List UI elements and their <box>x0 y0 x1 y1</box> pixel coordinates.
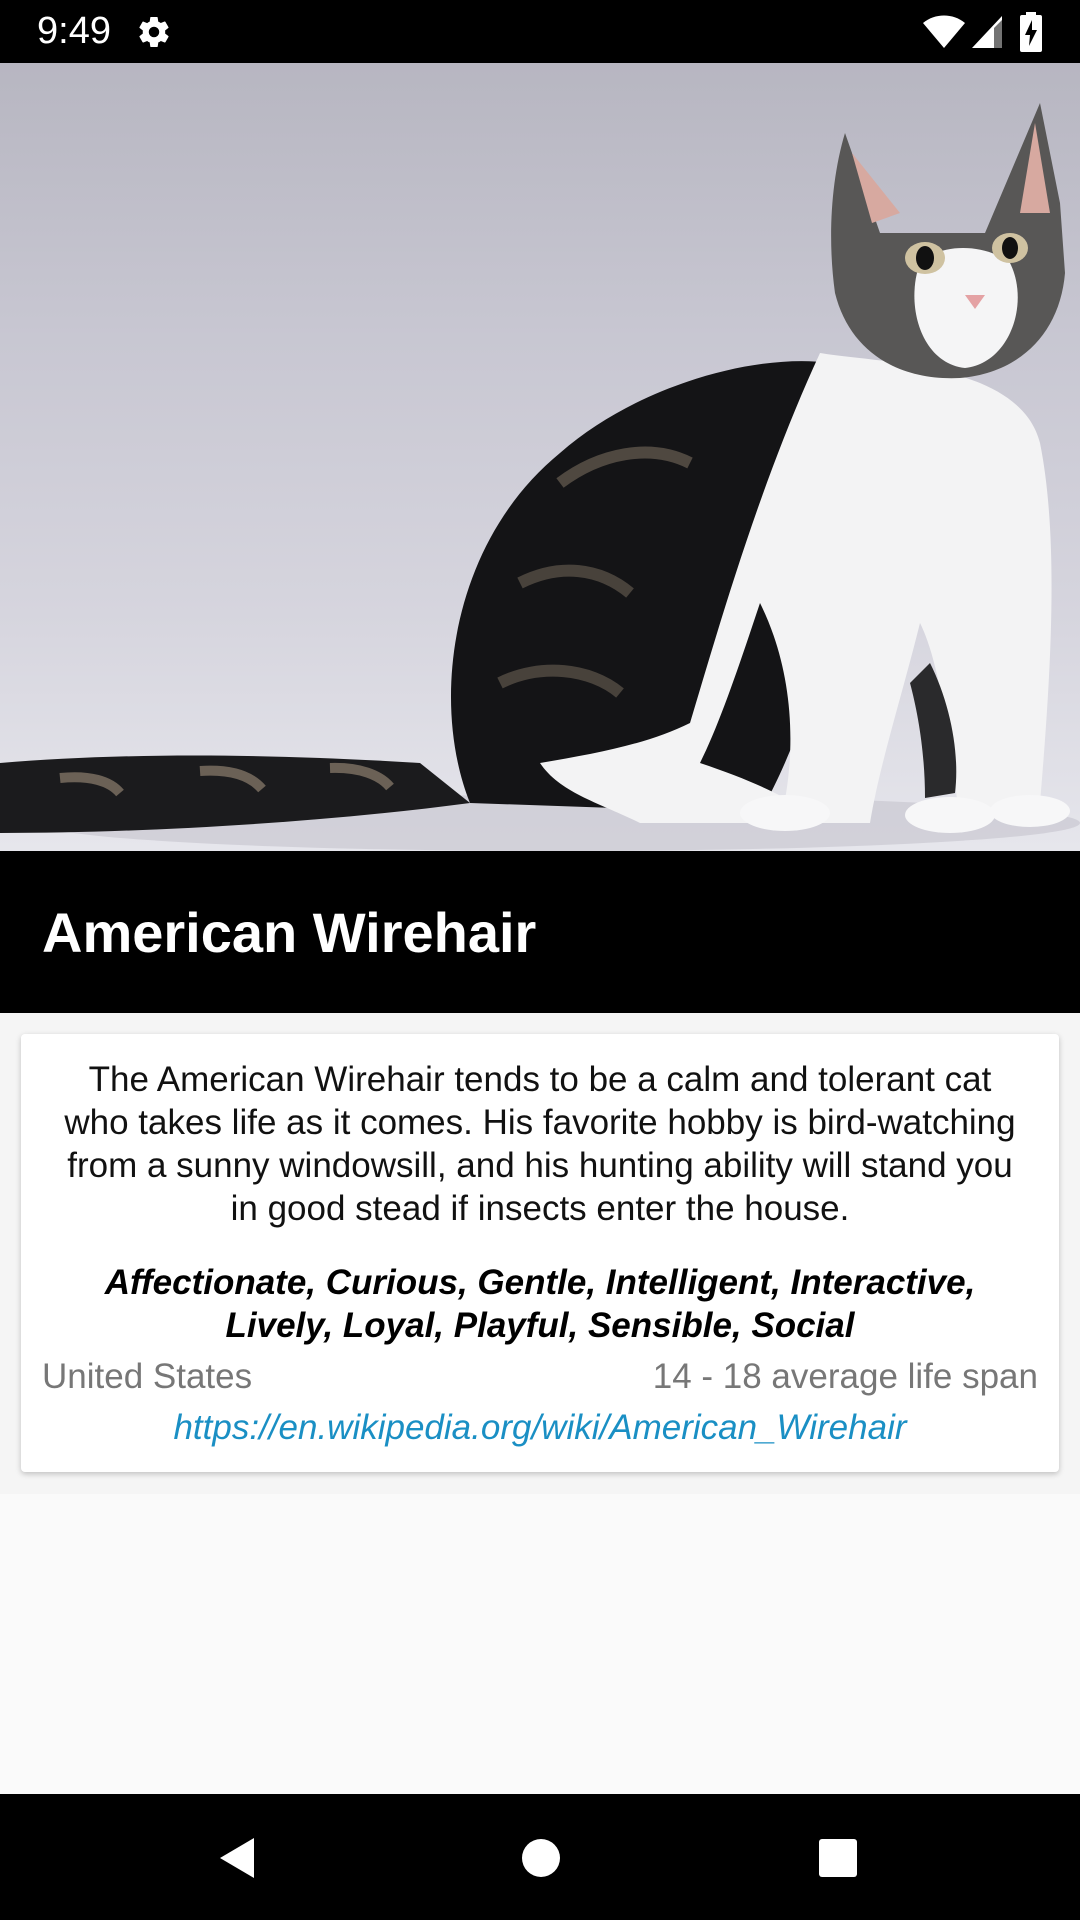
wifi-icon <box>923 15 965 48</box>
status-bar: 9:49 <box>0 0 1080 63</box>
breed-temperament: Affectionate, Curious, Gentle, Intellige… <box>104 1263 976 1345</box>
breed-detail-screen: 9:49 American Wirehair The American Wire… <box>0 0 1080 1920</box>
recents-icon[interactable] <box>818 1838 858 1878</box>
status-time: 9:49 <box>37 10 111 52</box>
signal-icon <box>972 16 1002 48</box>
home-icon[interactable] <box>521 1838 561 1878</box>
cat-photo <box>0 63 1080 851</box>
breed-title: American Wirehair <box>42 901 537 964</box>
battery-icon <box>1020 12 1042 52</box>
cat-illustration <box>0 103 1080 851</box>
gear-icon <box>139 17 169 48</box>
wikipedia-link[interactable]: https://en.wikipedia.org/wiki/American_W… <box>21 1406 1059 1450</box>
back-icon[interactable] <box>214 1834 262 1882</box>
breed-description: The American Wirehair tends to be a calm… <box>64 1060 1016 1228</box>
breed-origin: United States <box>42 1357 253 1396</box>
breed-life-span: 14 - 18 average life span <box>652 1357 1038 1396</box>
